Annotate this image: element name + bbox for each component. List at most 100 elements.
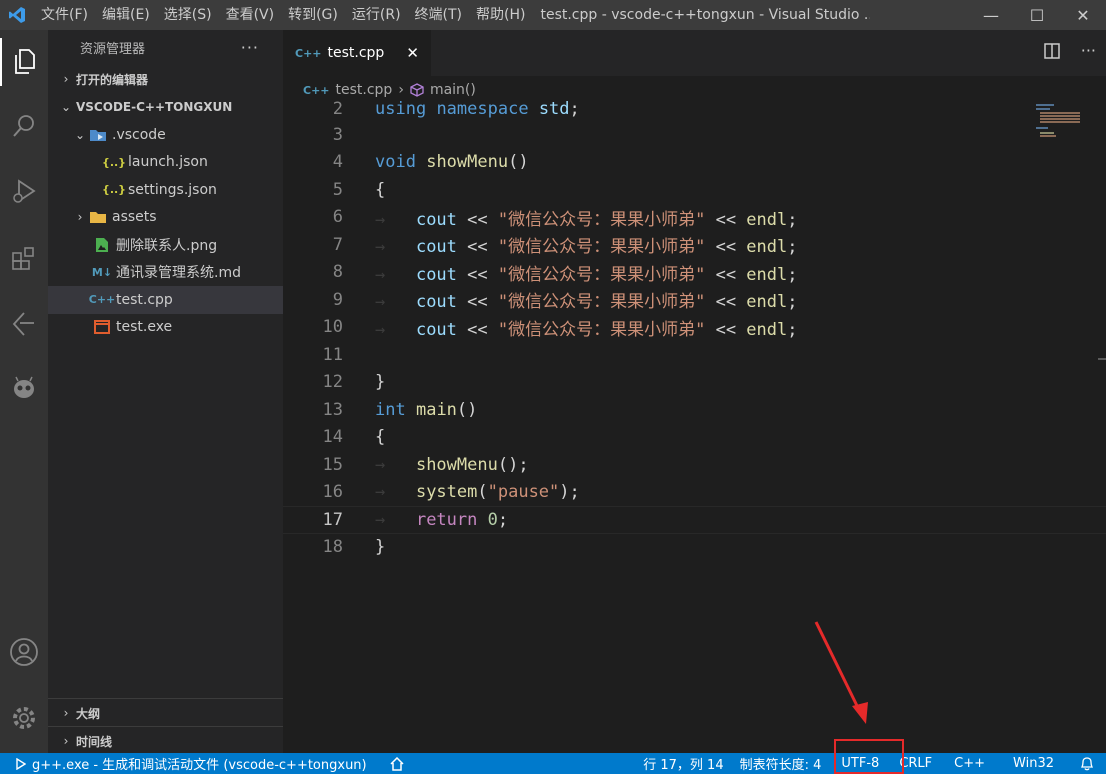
- code-line: 3: [283, 121, 1106, 149]
- code-text: {: [375, 179, 386, 200]
- line-number: 14: [322, 427, 343, 448]
- tree-item-test-cpp[interactable]: C++ test.cpp: [48, 286, 283, 314]
- vscode-folder-icon: [88, 128, 108, 142]
- project-section[interactable]: ⌄ VSCODE-C++TONGXUN: [48, 93, 283, 121]
- more-actions-icon[interactable]: ···: [241, 38, 259, 57]
- tree-item-label: assets: [112, 209, 157, 226]
- tree-item-assets[interactable]: › assets: [48, 204, 283, 232]
- code-line: 12 }: [283, 369, 1106, 397]
- editor-actions: ···: [1043, 42, 1096, 64]
- extensions-icon[interactable]: [0, 234, 48, 282]
- settings-gear-icon[interactable]: [0, 694, 48, 742]
- code-line: 9 → cout << "微信公众号：果果小师弟" << endl;: [283, 286, 1106, 314]
- code-text: → system("pause");: [375, 482, 580, 503]
- chevron-right-icon: ›: [77, 210, 83, 225]
- status-left: g++.exe - 生成和调试活动文件 (vscode-c++tongxun): [0, 754, 405, 773]
- code-text: → showMenu();: [375, 454, 529, 475]
- menu-view[interactable]: 查看(V): [219, 0, 282, 30]
- remote-icon[interactable]: [0, 300, 48, 348]
- language-mode[interactable]: C++: [940, 756, 999, 771]
- menu-selection[interactable]: 选择(S): [157, 0, 219, 30]
- platform[interactable]: Win32: [999, 756, 1068, 771]
- menu-edit[interactable]: 编辑(E): [95, 0, 157, 30]
- line-number: 13: [322, 399, 343, 420]
- timeline-section[interactable]: › 时间线: [48, 726, 283, 755]
- chevron-right-icon: ›: [63, 72, 69, 86]
- number-literal: 0: [487, 509, 498, 530]
- minimize-button[interactable]: —: [968, 0, 1014, 30]
- more-actions-icon[interactable]: ···: [1081, 42, 1096, 64]
- tree-item-label: 通讯录管理系统.md: [116, 265, 241, 282]
- line-number: 12: [322, 372, 343, 393]
- breadcrumb-symbol[interactable]: main(): [430, 82, 476, 98]
- image-icon: [92, 237, 112, 253]
- build-task[interactable]: g++.exe - 生成和调试活动文件 (vscode-c++tongxun): [32, 754, 367, 773]
- maximize-button[interactable]: ☐: [1014, 0, 1060, 30]
- outline-label: 大纲: [76, 706, 101, 721]
- code-text: int main(): [375, 399, 478, 420]
- chevron-right-icon: ›: [63, 734, 69, 748]
- open-editors-label: 打开的编辑器: [76, 72, 149, 87]
- explorer-icon[interactable]: [0, 38, 48, 86]
- tree-item-md[interactable]: M↓ 通讯录管理系统.md: [48, 259, 283, 287]
- code-text: → cout << "微信公众号：果果小师弟" << endl;: [375, 209, 798, 230]
- chevron-down-icon: ⌄: [60, 100, 72, 114]
- line-number: 15: [322, 454, 343, 475]
- window-title: test.cpp - vscode-c++tongxun - Visual St…: [540, 7, 871, 23]
- vscode-logo-icon: [0, 0, 34, 30]
- tree-item-vscode[interactable]: ⌄ .vscode: [48, 121, 283, 149]
- home-icon[interactable]: [389, 756, 405, 771]
- string-literal: "微信公众号：果果小师弟": [497, 209, 706, 230]
- menu-go[interactable]: 转到(G): [281, 0, 345, 30]
- outline-section[interactable]: › 大纲: [48, 698, 283, 727]
- code-line: 6 → cout << "微信公众号：果果小师弟" << endl;: [283, 204, 1106, 232]
- chevron-right-icon: ›: [63, 706, 69, 720]
- code-text: }: [375, 537, 386, 558]
- tree-item-test-exe[interactable]: test.exe: [48, 314, 283, 342]
- line-number: 11: [322, 344, 343, 365]
- search-icon[interactable]: [0, 102, 48, 150]
- cursor-position[interactable]: 行 17，列 14: [635, 754, 731, 773]
- code-editor[interactable]: 2 using namespace std; 3 4 void showMenu…: [283, 100, 1106, 753]
- menu-terminal[interactable]: 终端(T): [408, 0, 469, 30]
- line-number: 8: [332, 262, 343, 283]
- account-icon[interactable]: [0, 628, 48, 676]
- code-text: {: [375, 427, 386, 448]
- breadcrumb-file[interactable]: test.cpp: [336, 82, 393, 98]
- code-line: 11: [283, 341, 1106, 369]
- line-number: 18: [322, 537, 343, 558]
- menu-run[interactable]: 运行(R): [345, 0, 408, 30]
- line-number: 3: [332, 124, 343, 145]
- open-editors-section[interactable]: › 打开的编辑器: [48, 65, 283, 93]
- code-line: 14 {: [283, 424, 1106, 452]
- code-line: 13 int main(): [283, 396, 1106, 424]
- split-editor-icon[interactable]: [1043, 42, 1061, 64]
- indentation[interactable]: 制表符长度: 4: [732, 754, 830, 773]
- menu-bar: 文件(F) 编辑(E) 选择(S) 查看(V) 转到(G) 运行(R) 终端(T…: [34, 0, 532, 30]
- minimap[interactable]: [1034, 102, 1082, 142]
- cube-icon: [410, 83, 424, 97]
- menu-help[interactable]: 帮助(H): [469, 0, 532, 30]
- tree-item-label: test.exe: [116, 319, 173, 336]
- tree-item-png[interactable]: 删除联系人.png: [48, 231, 283, 259]
- close-tab-icon[interactable]: ✕: [406, 44, 419, 62]
- tree-item-launch-json[interactable]: {..} launch.json: [48, 149, 283, 177]
- run-debug-icon[interactable]: [0, 168, 48, 216]
- bell-icon[interactable]: [1068, 756, 1106, 771]
- line-number: 6: [332, 207, 343, 228]
- cpp-icon: C++: [295, 46, 322, 60]
- close-window-button[interactable]: ✕: [1060, 0, 1106, 30]
- explorer-title: 资源管理器: [80, 42, 146, 57]
- code-line: 18 }: [283, 534, 1106, 562]
- tree-item-label: 删除联系人.png: [116, 237, 218, 254]
- code-line: 16 → system("pause");: [283, 479, 1106, 507]
- platformio-alien-icon[interactable]: [0, 364, 48, 412]
- tree-item-label: launch.json: [128, 154, 208, 171]
- json-icon: {..}: [101, 155, 127, 169]
- menu-file[interactable]: 文件(F): [34, 0, 95, 30]
- tree-item-settings-json[interactable]: {..} settings.json: [48, 176, 283, 204]
- chevron-down-icon: ⌄: [74, 127, 86, 142]
- scrollbar-marker[interactable]: [1098, 358, 1106, 360]
- tab-test-cpp[interactable]: C++ test.cpp ✕: [283, 30, 431, 76]
- play-icon[interactable]: [16, 757, 26, 770]
